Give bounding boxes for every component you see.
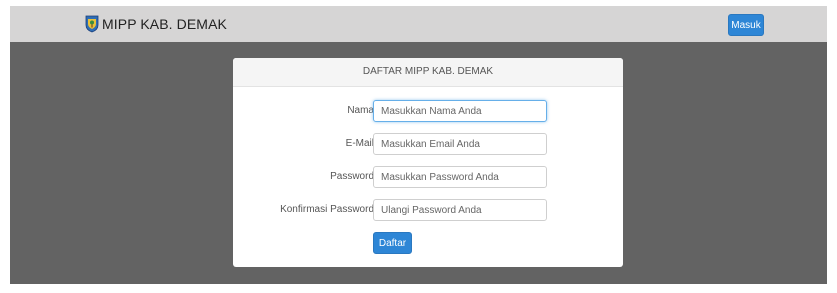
brand-title: MIPP KAB. DEMAK bbox=[102, 16, 227, 32]
email-row: E-Mail bbox=[233, 133, 623, 155]
password-row: Password bbox=[233, 166, 623, 188]
confirm-password-input[interactable] bbox=[373, 199, 547, 221]
email-input[interactable] bbox=[373, 133, 547, 155]
name-label: Nama bbox=[347, 105, 374, 116]
confirm-password-label: Konfirmasi Password bbox=[280, 204, 374, 215]
password-label: Password bbox=[330, 171, 374, 182]
name-input[interactable] bbox=[373, 100, 547, 122]
brand-link[interactable]: MIPP KAB. DEMAK bbox=[85, 14, 227, 34]
register-panel: DAFTAR MIPP KAB. DEMAK Nama E-Mail Passw… bbox=[233, 58, 623, 267]
confirm-password-row: Konfirmasi Password bbox=[233, 199, 623, 221]
register-submit-button[interactable]: Daftar bbox=[373, 232, 412, 254]
name-row: Nama bbox=[233, 100, 623, 122]
regency-crest-icon bbox=[85, 15, 99, 33]
login-button[interactable]: Masuk bbox=[728, 14, 764, 36]
password-input[interactable] bbox=[373, 166, 547, 188]
register-panel-title: DAFTAR MIPP KAB. DEMAK bbox=[233, 58, 623, 87]
email-label: E-Mail bbox=[345, 138, 374, 149]
top-navbar: MIPP KAB. DEMAK Masuk bbox=[10, 6, 827, 42]
